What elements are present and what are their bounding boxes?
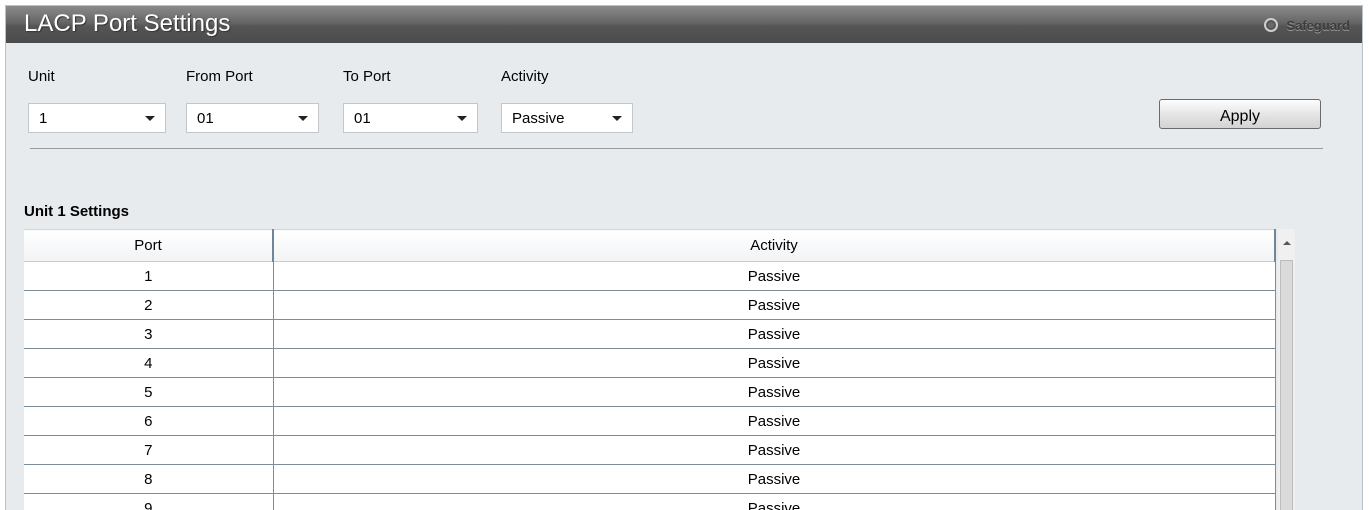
to-port-select-value: 01 <box>354 109 371 127</box>
column-header-activity[interactable]: Activity <box>273 229 1276 262</box>
table-row: 1 Passive <box>24 261 1276 291</box>
port-cell: 9 <box>24 493 274 510</box>
activity-select[interactable]: Passive <box>501 103 633 133</box>
settings-table: Port Activity 1 Passive 2 Passive 3 Pass… <box>24 229 1276 510</box>
from-port-select-value: 01 <box>197 109 214 127</box>
activity-select-value: Passive <box>512 109 565 127</box>
table-scrollbar[interactable] <box>1278 229 1295 510</box>
from-port-select[interactable]: 01 <box>186 103 319 133</box>
activity-cell: Passive <box>273 319 1276 349</box>
title-bar: LACP Port Settings Safeguard <box>6 6 1362 43</box>
activity-cell: Passive <box>273 290 1276 320</box>
scrollbar-thumb[interactable] <box>1280 260 1293 510</box>
port-cell: 2 <box>24 290 274 320</box>
port-cell: 3 <box>24 319 274 349</box>
port-cell: 5 <box>24 377 274 407</box>
unit-label: Unit <box>28 68 55 85</box>
chevron-down-icon <box>457 115 467 121</box>
safeguard-label: Safeguard <box>1286 17 1350 33</box>
table-row: 6 Passive <box>24 406 1276 436</box>
table-row: 2 Passive <box>24 290 1276 320</box>
chevron-up-icon <box>1282 241 1291 245</box>
safeguard-toggle[interactable]: Safeguard <box>1264 14 1350 36</box>
chevron-down-icon <box>145 115 155 121</box>
activity-cell: Passive <box>273 261 1276 291</box>
lacp-port-settings-panel: LACP Port Settings Safeguard Unit From P… <box>5 5 1363 510</box>
table-row: 8 Passive <box>24 464 1276 494</box>
table-header-row: Port Activity <box>24 229 1276 262</box>
activity-cell: Passive <box>273 377 1276 407</box>
to-port-label: To Port <box>343 68 391 85</box>
unit-select-value: 1 <box>39 109 48 127</box>
activity-cell: Passive <box>273 348 1276 378</box>
activity-cell: Passive <box>273 435 1276 465</box>
port-cell: 7 <box>24 435 274 465</box>
port-cell: 8 <box>24 464 274 494</box>
column-header-port[interactable]: Port <box>24 229 274 262</box>
divider <box>30 148 1323 149</box>
to-port-select[interactable]: 01 <box>343 103 478 133</box>
page-title: LACP Port Settings <box>24 10 231 37</box>
port-cell: 1 <box>24 261 274 291</box>
activity-cell: Passive <box>273 493 1276 510</box>
activity-cell: Passive <box>273 406 1276 436</box>
table-row: 3 Passive <box>24 319 1276 349</box>
table-row: 7 Passive <box>24 435 1276 465</box>
table-row: 9 Passive <box>24 493 1276 510</box>
radio-indicator-icon <box>1264 18 1279 32</box>
unit-select[interactable]: 1 <box>28 103 166 133</box>
activity-label: Activity <box>501 68 549 85</box>
port-cell: 6 <box>24 406 274 436</box>
activity-cell: Passive <box>273 464 1276 494</box>
table-row: 5 Passive <box>24 377 1276 407</box>
port-cell: 4 <box>24 348 274 378</box>
chevron-down-icon <box>298 115 308 121</box>
settings-table-container: Port Activity 1 Passive 2 Passive 3 Pass… <box>24 229 1276 510</box>
apply-button[interactable]: Apply <box>1159 99 1321 129</box>
chevron-down-icon <box>612 115 622 121</box>
from-port-label: From Port <box>186 68 253 85</box>
scroll-up-button[interactable] <box>1278 229 1295 257</box>
section-title: Unit 1 Settings <box>24 203 130 220</box>
table-row: 4 Passive <box>24 348 1276 378</box>
